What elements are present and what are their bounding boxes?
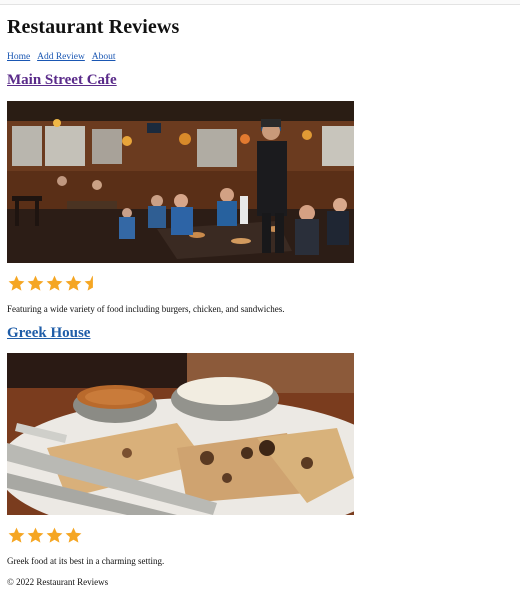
restaurant-title: Main Street Cafe xyxy=(7,72,117,89)
browser-top-strip xyxy=(0,0,520,5)
nav-link-home[interactable]: Home xyxy=(7,52,30,62)
star-half-icon xyxy=(84,275,93,291)
star-icon xyxy=(8,527,25,543)
star-icon xyxy=(65,275,82,291)
rating-stars-greek-house xyxy=(7,526,83,546)
restaurant-description: Greek food at its best in a charming set… xyxy=(7,556,165,566)
nav-link-add-review[interactable]: Add Review xyxy=(37,52,85,62)
restaurant-link-main-street-cafe[interactable]: Main Street Cafe xyxy=(7,72,117,88)
main-nav: Home Add Review About xyxy=(7,52,120,62)
nav-link-about[interactable]: About xyxy=(92,52,116,62)
restaurant-link-greek-house[interactable]: Greek House xyxy=(7,325,90,341)
footer-text: © 2022 Restaurant Reviews xyxy=(7,577,109,587)
restaurant-title: Greek House xyxy=(7,325,90,342)
star-icon xyxy=(27,275,44,291)
restaurant-photo-main-street-cafe xyxy=(7,101,354,263)
star-icon xyxy=(8,275,25,291)
star-icon xyxy=(27,527,44,543)
star-icon xyxy=(65,527,82,543)
rating-stars-main-street-cafe xyxy=(7,274,102,294)
page-title: Restaurant Reviews xyxy=(7,16,180,38)
restaurant-description: Featuring a wide variety of food includi… xyxy=(7,304,285,314)
restaurant-photo-greek-house xyxy=(7,353,354,515)
star-icon xyxy=(46,275,63,291)
star-icon xyxy=(46,527,63,543)
